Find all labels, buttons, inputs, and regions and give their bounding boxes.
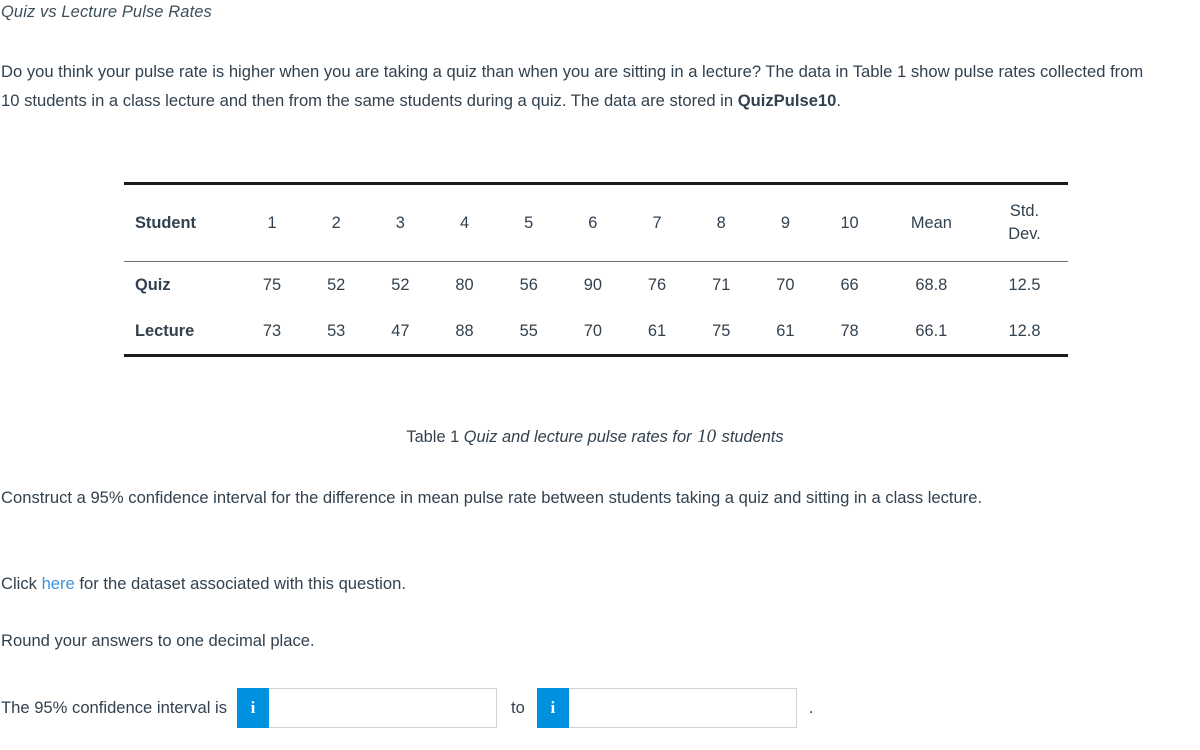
rounding-instruction: Round your answers to one decimal place. xyxy=(1,631,315,650)
quiz-std-dev: 12.5 xyxy=(1008,275,1041,294)
caption-text-after: students xyxy=(717,428,784,446)
quiz-value-7: 76 xyxy=(647,275,667,294)
column-header-student: Student xyxy=(135,213,197,232)
quiz-value-4: 80 xyxy=(455,275,474,294)
dataset-name: QuizPulse10 xyxy=(737,90,837,110)
info-icon[interactable]: i xyxy=(536,688,569,728)
column-header-s3: 3 xyxy=(395,213,405,232)
info-icon[interactable]: i xyxy=(237,688,269,728)
pulse-data-table-wrapper: Student 1 2 3 4 5 6 7 8 9 10 Mean Std. D… xyxy=(124,182,1068,357)
upper-bound-field-group: i xyxy=(536,688,797,728)
column-header-std-dev: Std. Dev. xyxy=(981,184,1068,262)
question-page: Quiz vs Lecture Pulse Rates Do you think… xyxy=(0,0,1200,750)
quiz-value-5: 56 xyxy=(519,275,538,294)
dataset-link[interactable]: here xyxy=(42,574,75,593)
lecture-value-5: 55 xyxy=(519,321,538,340)
table-header: Student 1 2 3 4 5 6 7 8 9 10 Mean Std. D… xyxy=(124,183,1068,262)
lecture-value-4: 88 xyxy=(455,321,474,340)
construct-instruction: Construct a 95% confidence interval for … xyxy=(1,488,983,507)
lecture-value-9: 61 xyxy=(776,321,795,340)
quiz-mean: 68.8 xyxy=(915,275,948,294)
lecture-value-3: 47 xyxy=(391,321,410,340)
lecture-value-10: 78 xyxy=(840,321,859,340)
row-label-lecture: Lecture xyxy=(135,321,195,340)
lecture-value-8: 75 xyxy=(712,321,731,340)
row-label-quiz: Quiz xyxy=(135,275,171,294)
quiz-value-2: 52 xyxy=(327,275,346,294)
quiz-value-9: 70 xyxy=(776,275,795,294)
intro-paragraph: Do you think your pulse rate is higher w… xyxy=(1,58,1159,115)
quiz-value-3: 52 xyxy=(391,275,410,294)
column-header-s2: 2 xyxy=(331,213,341,232)
table-header-row: Student 1 2 3 4 5 6 7 8 9 10 Mean Std. D… xyxy=(124,183,1068,262)
column-header-s7: 7 xyxy=(652,213,662,232)
column-header-s10: 10 xyxy=(840,213,859,232)
click-text-after: for the dataset associated with this que… xyxy=(74,574,406,593)
upper-bound-input[interactable] xyxy=(568,688,797,728)
dataset-link-paragraph: Click here for the dataset associated wi… xyxy=(1,570,406,599)
trailing-period: . xyxy=(808,698,814,717)
click-text-before: Click xyxy=(1,574,42,593)
std-dev-line-2: Dev. xyxy=(1008,225,1041,243)
caption-number: 10 xyxy=(697,426,717,447)
lecture-value-2: 53 xyxy=(327,321,346,340)
intro-text-after: . xyxy=(836,90,842,110)
caption-text-before: Quiz and lecture pulse rates for xyxy=(463,428,697,446)
column-header-s5: 5 xyxy=(524,213,534,232)
pulse-data-table: Student 1 2 3 4 5 6 7 8 9 10 Mean Std. D… xyxy=(124,182,1068,357)
table-caption: Table 1 Quiz and lecture pulse rates for… xyxy=(0,426,1190,448)
answer-label: The 95% confidence interval is xyxy=(1,698,227,717)
lecture-value-7: 61 xyxy=(647,321,667,340)
lower-bound-field-group: i xyxy=(237,688,497,728)
quiz-value-1: 75 xyxy=(262,275,282,294)
quiz-value-6: 90 xyxy=(583,275,602,294)
column-header-s4: 4 xyxy=(459,213,470,232)
answer-entry-row: The 95% confidence interval is i to i . xyxy=(1,688,813,728)
table-body: Quiz 75 52 52 80 56 90 76 71 70 66 68.8 … xyxy=(124,262,1068,356)
table-row: Lecture 73 53 47 88 55 70 61 75 61 78 66… xyxy=(124,309,1068,356)
table-row: Quiz 75 52 52 80 56 90 76 71 70 66 68.8 … xyxy=(124,262,1068,309)
column-header-s6: 6 xyxy=(588,213,598,232)
column-header-s9: 9 xyxy=(780,213,790,232)
lecture-mean: 66.1 xyxy=(915,321,948,340)
lecture-value-6: 70 xyxy=(583,321,602,340)
lower-bound-input[interactable] xyxy=(269,688,497,728)
column-header-s8: 8 xyxy=(716,213,726,232)
lecture-std-dev: 12.8 xyxy=(1008,321,1041,340)
quiz-value-10: 66 xyxy=(840,275,859,294)
quiz-value-8: 71 xyxy=(712,275,731,294)
column-header-s1: 1 xyxy=(267,213,277,232)
std-dev-line-1: Std. xyxy=(1009,202,1040,220)
intro-text-before: Do you think your pulse rate is higher w… xyxy=(1,62,1144,110)
page-title: Quiz vs Lecture Pulse Rates xyxy=(1,3,212,21)
column-header-mean: Mean xyxy=(910,213,952,232)
lecture-value-1: 73 xyxy=(262,321,282,340)
caption-label: Table 1 xyxy=(406,428,464,446)
interval-connector: to xyxy=(511,698,525,717)
